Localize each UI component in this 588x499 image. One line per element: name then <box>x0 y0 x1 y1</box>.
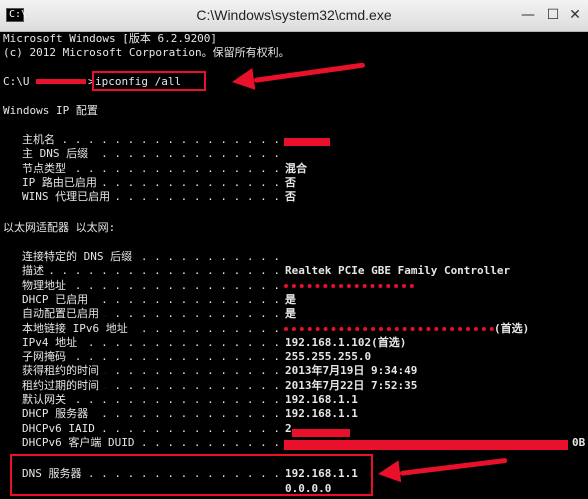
username-redaction <box>36 79 86 84</box>
mac-address-redaction <box>284 284 414 288</box>
ip_config-label: 主机名 <box>22 133 55 146</box>
adapter-label: 租约过期的时间 <box>22 378 99 392</box>
adapter-value[interactable]: 192.168.1.1 <box>285 407 358 421</box>
console-output[interactable]: Microsoft Windows [版本 6.2.9200] (c) 2012… <box>0 31 588 499</box>
version-line: Microsoft Windows [版本 6.2.9200] <box>3 32 218 45</box>
adapter-leader-dots: . . . . . . . . . . . . . . . . . . . . … <box>74 350 280 364</box>
ip_config-value[interactable]: 否 <box>285 190 296 204</box>
annotation-arrowhead-top <box>230 68 256 93</box>
adapter-leader-dots: . . . . . . . . . . . . . . . . . . . . … <box>105 378 280 392</box>
ip_config-value[interactable]: 否 <box>285 176 296 190</box>
ip_config-label: WINS 代理已启用 <box>22 190 111 204</box>
adapter-value[interactable]: 192.168.1.102(首选) <box>285 336 406 350</box>
adapter-label: 获得租约的时间 <box>22 364 99 378</box>
adapter-value[interactable]: 192.168.1.1 <box>285 393 358 407</box>
adapter-value[interactable]: 2013年7月22日 7:52:35 <box>285 379 417 393</box>
adapter-leader-dots: . . . . . . . . . . . . . . . . . . . . … <box>140 250 280 263</box>
adapter-leader-dots: . . . . . . . . . . . . . . . . . . . . … <box>50 264 280 278</box>
dns-server-highlight-box <box>10 454 373 496</box>
maximize-button[interactable]: ☐ <box>544 5 562 25</box>
adapter-label: 物理地址 <box>22 278 66 292</box>
adapter-label: 连接特定的 DNS 后缀 <box>22 250 133 263</box>
adapter-label: 自动配置已启用 <box>22 307 99 321</box>
adapter-label: DHCP 已启用 <box>22 292 89 306</box>
ip_config-leader-dots: . . . . . . . . . . . . . . . . . . . . … <box>116 190 280 204</box>
section-ethernet-adapter: 以太网适配器 以太网: <box>3 221 116 234</box>
adapter-value[interactable]: 2 <box>285 422 292 436</box>
adapter-value[interactable]: 0B <box>572 436 585 450</box>
hostname-redaction <box>284 138 330 146</box>
section-windows-ip: Windows IP 配置 <box>3 104 98 117</box>
adapter-leader-dots: . . . . . . . . . . . . . . . . . . . . … <box>87 335 280 349</box>
adapter-label: 本地链接 IPv6 地址 <box>22 321 128 335</box>
adapter-value[interactable]: 是 <box>285 307 296 321</box>
prompt-prefix: C:\U <box>3 75 30 88</box>
minimize-button[interactable]: — <box>519 5 537 25</box>
adapter-value[interactable]: 2013年7月19日 9:34:49 <box>285 364 417 378</box>
adapter-leader-dots: . . . . . . . . . . . . . . . . . . . . … <box>134 321 280 335</box>
adapter-value[interactable]: Realtek PCIe GBE Family Controller <box>285 264 510 278</box>
ip_config-leader-dots: . . . . . . . . . . . . . . . . . . . . … <box>74 161 280 175</box>
ip_config-label: 节点类型 <box>22 161 66 175</box>
ipv6-address-redaction <box>284 327 494 331</box>
adapter-label: DHCP 服务器 <box>22 407 89 421</box>
annotation-arrow-bottom <box>399 457 508 476</box>
annotation-arrow-top <box>253 62 366 83</box>
title-bar[interactable]: C:\ C:\Windows\system32\cmd.exe — ☐ ✕ <box>0 0 588 32</box>
adapter-label: IPv4 地址 <box>22 335 78 349</box>
adapter-leader-dots: . . . . . . . . . . . . . . . . . . . . … <box>101 421 280 435</box>
ip_config-leader-dots: . . . . . . . . . . . . . . . . . . . . … <box>94 147 280 161</box>
window-title: C:\Windows\system32\cmd.exe <box>196 7 392 23</box>
adapter-label: DHCPv6 客户端 DUID <box>22 435 135 449</box>
duid-redaction <box>284 440 568 450</box>
command-highlight-box <box>92 71 206 91</box>
adapter-leader-dots: . . . . . . . . . . . . . . . . . . . . … <box>105 307 280 321</box>
close-button[interactable]: ✕ <box>566 5 584 25</box>
adapter-leader-dots: . . . . . . . . . . . . . . . . . . . . … <box>74 393 280 406</box>
adapter-label: 子网掩码 <box>22 350 66 364</box>
adapter-value[interactable]: 是 <box>285 293 296 307</box>
ip_config-leader-dots: . . . . . . . . . . . . . . . . . . . . … <box>103 175 280 189</box>
adapter-label: 描述 <box>22 264 44 278</box>
adapter-value[interactable]: (首选) <box>494 322 529 336</box>
adapter-label: 默认网关 <box>22 393 66 406</box>
ip_config-leader-dots: . . . . . . . . . . . . . . . . . . . . … <box>61 133 280 146</box>
adapter-value[interactable]: 255.255.255.0 <box>285 350 371 364</box>
adapter-leader-dots: . . . . . . . . . . . . . . . . . . . . … <box>74 278 280 292</box>
adapter-leader-dots: . . . . . . . . . . . . . . . . . . . . … <box>94 292 280 306</box>
ip_config-value[interactable]: 混合 <box>285 162 307 176</box>
adapter-leader-dots: . . . . . . . . . . . . . . . . . . . . … <box>140 435 280 449</box>
cmd-window: C:\ C:\Windows\system32\cmd.exe — ☐ ✕ Mi… <box>0 0 588 499</box>
adapter-leader-dots: . . . . . . . . . . . . . . . . . . . . … <box>94 407 280 421</box>
adapter-leader-dots: . . . . . . . . . . . . . . . . . . . . … <box>105 364 280 378</box>
adapter-label: DHCPv6 IAID <box>22 421 95 435</box>
ip_config-label: IP 路由已启用 <box>22 175 97 189</box>
iaid-redaction <box>292 429 350 437</box>
annotation-arrowhead-bottom <box>376 460 402 485</box>
copyright-line: (c) 2012 Microsoft Corporation。保留所有权利。 <box>3 46 290 59</box>
ip_config-label: 主 DNS 后缀 <box>22 147 89 161</box>
